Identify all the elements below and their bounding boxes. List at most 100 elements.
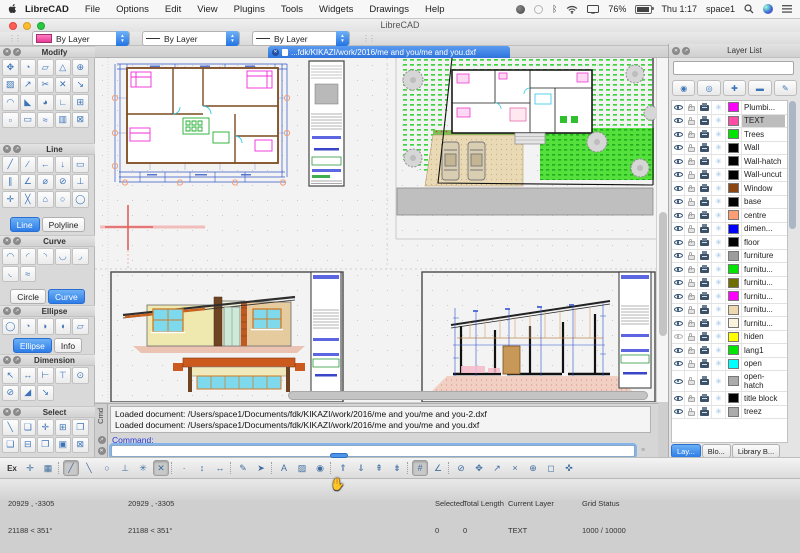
layer-color-swatch[interactable] [728, 197, 739, 207]
construction-icon[interactable]: ✳ [715, 394, 722, 403]
menu-clock[interactable]: Thu 1:17 [661, 4, 697, 14]
minimize-window-button[interactable] [23, 22, 31, 30]
snap-on-entity[interactable]: ╲ [81, 460, 97, 476]
layer-filter-input[interactable] [673, 61, 794, 75]
tool-icon[interactable]: △ [55, 59, 72, 76]
tool-icon[interactable]: ○ [55, 191, 72, 208]
restrict-nothing[interactable]: ∙ [176, 460, 192, 476]
construction-icon[interactable]: ✳ [715, 292, 722, 301]
menu-item[interactable]: Edit [157, 4, 189, 15]
print-icon[interactable] [700, 254, 709, 260]
tool-icon[interactable]: ∕ [20, 156, 37, 173]
close-icon[interactable]: ✕ [3, 48, 11, 56]
lock-icon[interactable] [688, 106, 695, 111]
print-icon[interactable] [700, 294, 709, 300]
tool-icon[interactable]: ↘ [72, 77, 89, 94]
close-window-button[interactable] [9, 22, 17, 30]
tool-icon[interactable]: ▨ [2, 77, 19, 94]
notification-center-icon[interactable] [782, 5, 792, 13]
layer-name[interactable]: title block [742, 392, 785, 405]
mtext-tool[interactable]: A [276, 460, 292, 476]
layer-name[interactable]: TEXT [742, 115, 785, 128]
close-icon[interactable]: ✕ [672, 47, 680, 55]
tool-icon[interactable]: ✥ [2, 59, 19, 76]
lock-icon[interactable] [688, 380, 695, 385]
defreeze-all-layers-button[interactable]: ◉ [672, 80, 695, 96]
menu-item[interactable]: Tools [273, 4, 311, 15]
tool-icon[interactable]: ▱ [72, 318, 89, 335]
layer-name[interactable]: lang1 [742, 344, 785, 357]
tool-icon[interactable]: ≈ [20, 266, 37, 283]
layer-name[interactable]: Wall-uncut [742, 169, 785, 182]
space-label[interactable]: space1 [706, 4, 735, 14]
tool-icon[interactable]: ⊞ [55, 419, 72, 436]
tool-icon[interactable]: ▫ [2, 112, 19, 129]
tool-icon[interactable]: ⊟ [20, 437, 37, 454]
lock-icon[interactable] [688, 397, 695, 402]
close-icon[interactable]: ✕ [3, 237, 11, 245]
layer-row[interactable]: ✳ open-hatch [672, 371, 787, 392]
visibility-eye-icon[interactable] [674, 408, 683, 415]
toolbar-handle[interactable]: ⋮⋮ [362, 34, 374, 43]
print-icon[interactable] [700, 227, 709, 233]
tool-icon[interactable]: ✂ [37, 77, 54, 94]
tool-icon[interactable]: ❒ [37, 437, 54, 454]
lock-icon[interactable] [688, 147, 695, 152]
print-icon[interactable] [700, 132, 709, 138]
tool-icon[interactable]: ⊘ [2, 385, 19, 402]
menu-item[interactable]: Widgets [311, 4, 361, 15]
layer-color-swatch[interactable] [728, 251, 739, 261]
menu-item[interactable]: Plugins [226, 4, 273, 15]
ortho-toggle[interactable]: ∠ [430, 460, 446, 476]
dock-tab[interactable]: Blo... [702, 444, 731, 458]
layer-name[interactable]: centre [742, 209, 785, 222]
menu-item[interactable]: Help [417, 4, 453, 15]
tool-icon[interactable]: ⊞ [72, 94, 89, 111]
lock-icon[interactable] [688, 160, 695, 165]
layer-name[interactable]: treez [742, 406, 785, 419]
tool-icon[interactable]: ╱ [2, 156, 19, 173]
menu-item[interactable]: File [77, 4, 108, 15]
drawing-canvas[interactable] [95, 58, 656, 402]
close-icon[interactable]: ✕ [3, 307, 11, 315]
tab-chip[interactable]: Ellipse [13, 338, 52, 353]
construction-icon[interactable]: ✳ [715, 332, 722, 341]
restrict-horizontal[interactable]: ↔ [212, 460, 228, 476]
layer-row[interactable]: ✳ furnitu... [672, 263, 787, 277]
lock-icon[interactable] [688, 268, 695, 273]
snap-clear[interactable]: ✕ [153, 460, 169, 476]
layer-row[interactable]: ✳ Trees [672, 128, 787, 142]
visibility-eye-icon[interactable] [674, 306, 683, 313]
tool-icon[interactable]: ▱ [37, 59, 54, 76]
lock-icon[interactable] [688, 349, 695, 354]
tool-icon[interactable]: ◠ [2, 94, 19, 111]
layer-row[interactable]: ✳ floor [672, 236, 787, 250]
add-layer-button[interactable]: ✚ [723, 80, 746, 96]
float-icon[interactable]: ↗ [13, 145, 21, 153]
close-icon[interactable]: ✕ [98, 447, 106, 455]
print-icon[interactable] [700, 321, 709, 327]
layer-name[interactable]: furnitu... [742, 304, 785, 317]
visibility-eye-icon[interactable] [674, 320, 683, 327]
tool-icon[interactable]: ◯ [2, 318, 19, 335]
zoom-window-button[interactable] [37, 22, 45, 30]
menu-item[interactable]: Drawings [361, 4, 417, 15]
snap-grid[interactable]: ▦ [40, 460, 56, 476]
float-icon[interactable]: ↗ [13, 237, 21, 245]
construction-icon[interactable]: ✳ [715, 130, 722, 139]
layer-color-swatch[interactable] [728, 359, 739, 369]
color-combobox[interactable]: By Layer ▲▼ [32, 31, 130, 46]
layer-color-swatch[interactable] [728, 210, 739, 220]
construction-icon[interactable]: ✳ [715, 170, 722, 179]
lock-icon[interactable] [688, 201, 695, 206]
layer-name[interactable]: open-hatch [742, 371, 785, 391]
dock-tab[interactable]: Lay... [671, 444, 701, 458]
layer-row[interactable]: ✳ centre [672, 209, 787, 223]
layer-name[interactable]: floor [742, 236, 785, 249]
tool-icon[interactable]: ⊕ [72, 59, 89, 76]
construction-icon[interactable]: ✳ [715, 103, 722, 112]
measure-clear[interactable]: × [507, 460, 523, 476]
tool-icon[interactable]: ◝ [37, 248, 54, 265]
linewidth-combobox[interactable]: By Layer ▲▼ [142, 31, 240, 46]
layer-color-swatch[interactable] [728, 376, 739, 386]
